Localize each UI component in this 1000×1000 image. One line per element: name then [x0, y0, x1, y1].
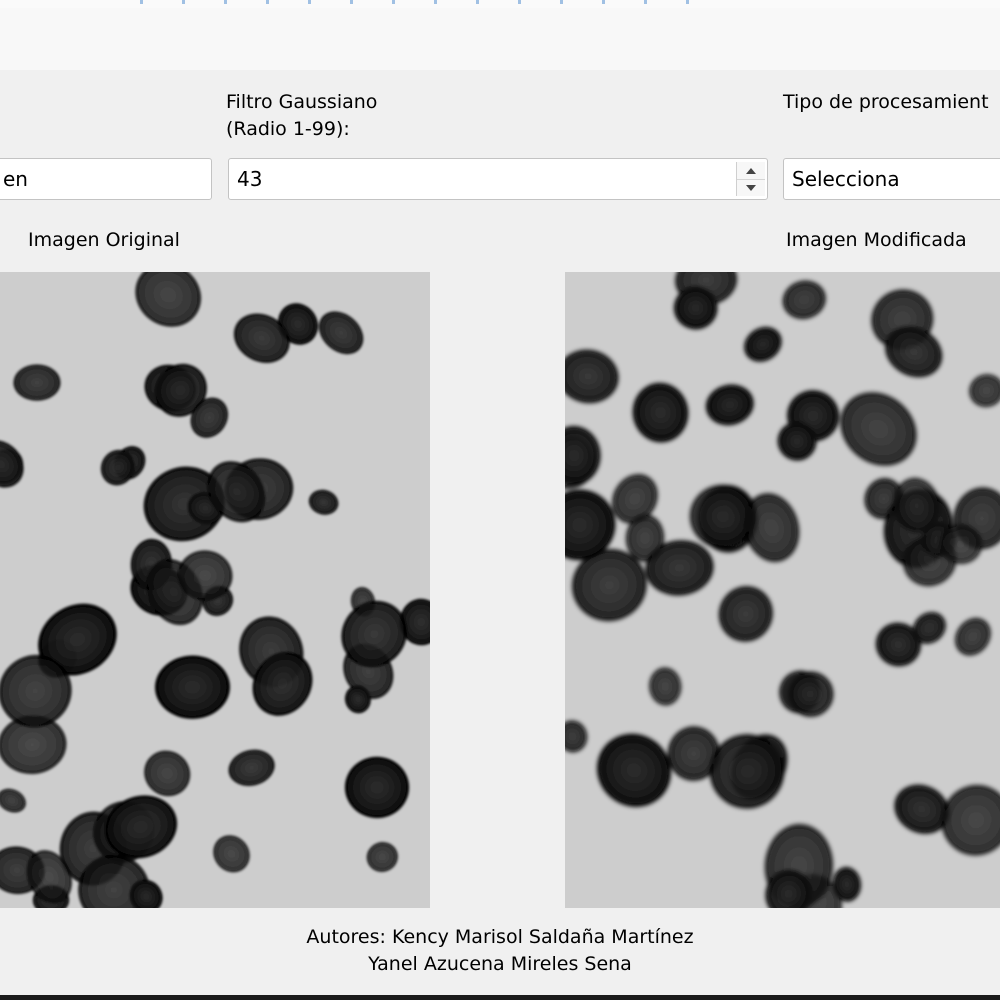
title-bar-strip: [0, 0, 1000, 8]
spinner-buttons[interactable]: [736, 162, 765, 196]
original-image-canvas: [0, 272, 430, 908]
toolbar-ticks: [140, 0, 720, 4]
processing-type-value: Selecciona: [792, 167, 900, 191]
image-path-value: en: [3, 167, 28, 191]
window-bottom-border: [0, 995, 1000, 1000]
gaussian-filter-label: Filtro Gaussiano: [226, 91, 378, 113]
processing-type-label: Tipo de procesamient: [783, 91, 989, 113]
arrow-up-icon: [746, 167, 756, 174]
image-path-field[interactable]: en: [0, 158, 212, 200]
modified-image: [565, 272, 1000, 908]
original-image-label: Imagen Original: [28, 229, 180, 251]
particle: [13, 364, 61, 401]
spin-down-button[interactable]: [737, 179, 765, 196]
authors-line-1: Autores: Kency Marisol Saldaña Martínez: [306, 926, 694, 948]
gaussian-radius-hint: (Radio 1-99):: [226, 118, 350, 140]
arrow-down-icon: [746, 185, 756, 191]
original-image: [0, 272, 430, 908]
processing-type-select[interactable]: Selecciona: [783, 158, 1000, 200]
toolbar-area: [0, 8, 1000, 70]
modified-image-canvas: [565, 272, 1000, 908]
gaussian-radius-spinbox[interactable]: 43: [228, 158, 768, 200]
authors-line-2: Yanel Azucena Mireles Sena: [368, 953, 632, 975]
gaussian-radius-value: 43: [237, 167, 263, 191]
spin-up-button[interactable]: [737, 162, 765, 179]
modified-image-label: Imagen Modificada: [786, 229, 967, 251]
